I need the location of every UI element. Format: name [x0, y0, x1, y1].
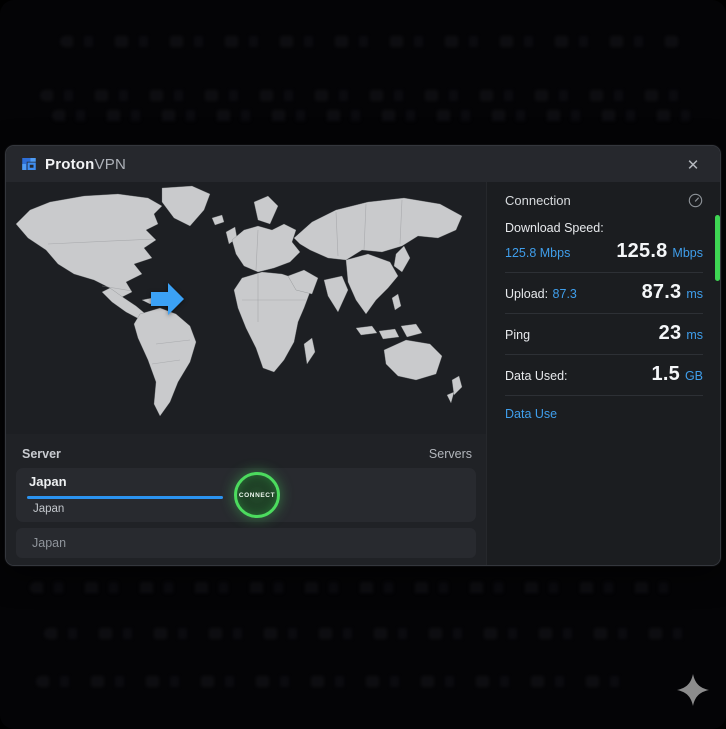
- ping-value-group: 23 ms: [659, 322, 703, 345]
- ping-unit: ms: [686, 328, 703, 342]
- protonvpn-window: ProtonVPN ✕ Server Servers Japan Japan C…: [5, 145, 721, 566]
- server-search-input[interactable]: Japan: [29, 474, 67, 489]
- gauge-info-icon[interactable]: [688, 193, 703, 208]
- app-title-proton: Proton: [45, 155, 95, 173]
- server-search-card[interactable]: Japan Japan CONNECT: [16, 468, 476, 522]
- upload-unit: ms: [686, 287, 703, 301]
- world-map-svg: [6, 182, 486, 434]
- left-pane: Server Servers Japan Japan CONNECT Japan: [6, 182, 486, 565]
- connect-button[interactable]: CONNECT: [234, 472, 280, 518]
- sparkle-icon: [677, 674, 709, 706]
- upload-label-group: Upload: 87.3: [505, 285, 577, 303]
- download-unit: Mbps: [672, 246, 703, 260]
- upload-value: 87.3: [641, 281, 682, 303]
- data-used-row: Data Used: 1.5 GB: [505, 355, 703, 395]
- close-button[interactable]: ✕: [682, 154, 704, 176]
- background-noise-row: [30, 582, 690, 593]
- upload-label: Upload:: [505, 287, 549, 301]
- servers-link[interactable]: Servers: [429, 447, 472, 461]
- divider: [505, 395, 703, 396]
- background-noise-row: [52, 110, 692, 121]
- server-label: Server: [22, 447, 61, 461]
- app-title-vpn: VPN: [94, 155, 126, 173]
- upload-row: Upload: 87.3 87.3 ms: [505, 273, 703, 313]
- server-option-label: Japan: [32, 536, 67, 550]
- title-bar: ProtonVPN ✕: [6, 146, 720, 182]
- ping-row: Ping 23 ms: [505, 314, 703, 354]
- app-title: ProtonVPN: [45, 156, 126, 173]
- data-used-unit: GB: [684, 369, 703, 383]
- server-header: Server Servers: [6, 434, 486, 461]
- background-noise-row: [40, 90, 700, 101]
- upload-inline-value: 87.3: [552, 287, 577, 301]
- server-suggestion-item[interactable]: Japan: [33, 503, 64, 515]
- world-map: [6, 182, 486, 434]
- background-noise-row: [60, 36, 680, 47]
- connect-button-label: CONNECT: [238, 491, 276, 499]
- protonvpn-logo-icon: [22, 158, 36, 170]
- data-used-value-group: 1.5 GB: [652, 363, 703, 386]
- upload-value-group: 87.3 ms: [642, 281, 703, 304]
- data-used-value: 1.5: [651, 363, 680, 385]
- download-inline-value: 125.8 Mbps: [505, 246, 571, 260]
- data-use-link[interactable]: Data Use: [505, 407, 557, 421]
- app-brand: ProtonVPN: [20, 155, 126, 173]
- server-section: Server Servers Japan Japan CONNECT Japan: [6, 434, 486, 565]
- ping-value: 23: [658, 322, 682, 344]
- ping-label: Ping: [505, 328, 531, 342]
- connection-title: Connection: [505, 193, 571, 208]
- download-speed-row: 125.8 Mbps 125.8 Mbps: [505, 235, 703, 272]
- server-option-row[interactable]: Japan: [16, 528, 476, 558]
- window-content: Server Servers Japan Japan CONNECT Japan: [6, 182, 720, 565]
- connection-header: Connection: [505, 182, 703, 208]
- scrollbar-thumb[interactable]: [715, 215, 720, 281]
- background-noise-row: [36, 676, 636, 687]
- download-value: 125.8: [616, 240, 668, 262]
- background-noise-row: [44, 628, 694, 639]
- connection-panel: Connection Download Speed: 125.8 Mbps 12…: [486, 182, 720, 565]
- server-input-underline: [27, 496, 223, 499]
- download-value-group: 125.8 Mbps: [616, 240, 703, 263]
- data-used-label: Data Used:: [505, 369, 568, 383]
- screenshot-stage: ProtonVPN ✕ Server Servers Japan Japan C…: [0, 0, 726, 729]
- download-speed-label: Download Speed:: [505, 221, 604, 235]
